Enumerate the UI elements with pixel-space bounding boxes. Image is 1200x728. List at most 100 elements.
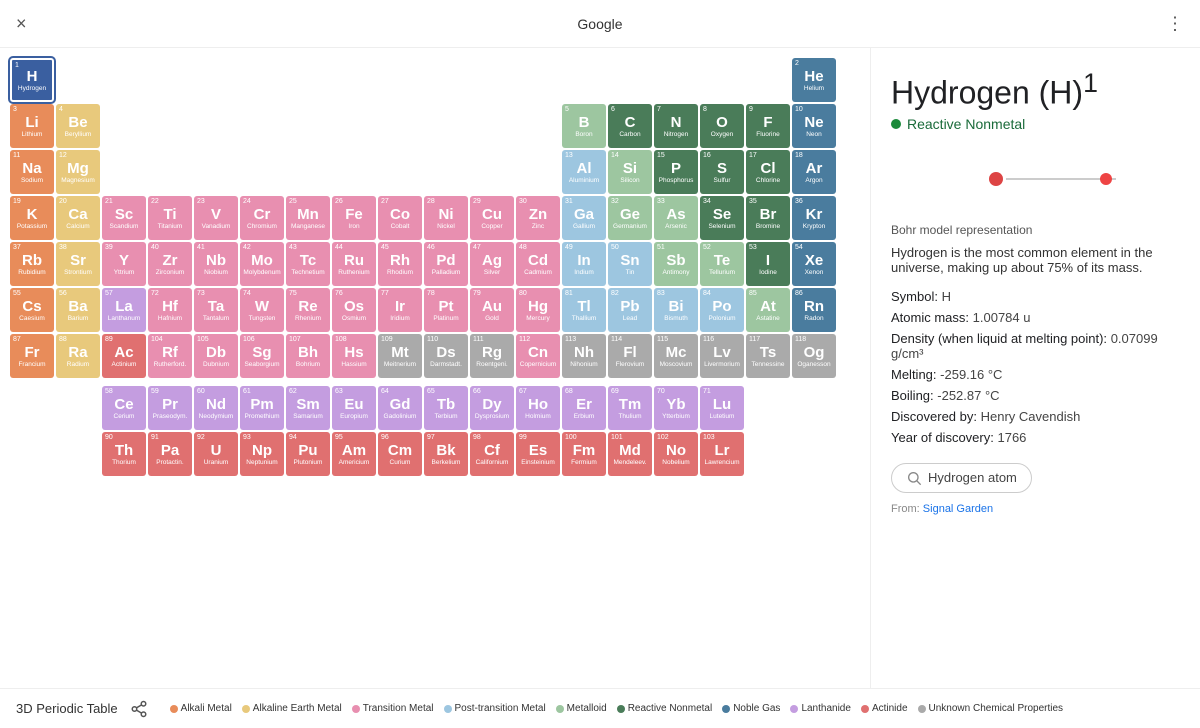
element-cell[interactable]: 13AlAluminium	[562, 150, 606, 194]
element-cell[interactable]: 49InIndium	[562, 242, 606, 286]
element-cell[interactable]: 85AtAstatine	[746, 288, 790, 332]
element-cell[interactable]: 46PdPalladium	[424, 242, 468, 286]
element-cell[interactable]: 17ClChlorine	[746, 150, 790, 194]
element-cell[interactable]: 84PoPolonium	[700, 288, 744, 332]
element-cell[interactable]: 12MgMagnesium	[56, 150, 100, 194]
element-cell[interactable]: 106SgSeaborgium	[240, 334, 284, 378]
element-cell[interactable]: 57LaLanthanum	[102, 288, 146, 332]
element-cell[interactable]: 47AgSilver	[470, 242, 514, 286]
element-cell[interactable]: 38SrStrontium	[56, 242, 100, 286]
element-cell[interactable]: 108HsHassium	[332, 334, 376, 378]
element-cell[interactable]: 95AmAmericium	[332, 432, 376, 476]
element-cell[interactable]: 68ErErbium	[562, 386, 606, 430]
element-cell[interactable]: 31GaGallium	[562, 196, 606, 240]
element-cell[interactable]: 45RhRhodium	[378, 242, 422, 286]
element-cell[interactable]: 91PaProtactin.	[148, 432, 192, 476]
element-cell[interactable]: 53IIodine	[746, 242, 790, 286]
element-cell[interactable]: 9FFluorine	[746, 104, 790, 148]
element-cell[interactable]: 61PmPromethium	[240, 386, 284, 430]
element-cell[interactable]: 5BBoron	[562, 104, 606, 148]
element-cell[interactable]: 39YYttrium	[102, 242, 146, 286]
element-cell[interactable]: 58CeCerium	[102, 386, 146, 430]
element-cell[interactable]: 19KPotassium	[10, 196, 54, 240]
element-cell[interactable]: 14SiSilicon	[608, 150, 652, 194]
element-cell[interactable]: 41NbNiobium	[194, 242, 238, 286]
element-cell[interactable]: 44RuRuthenium	[332, 242, 376, 286]
element-cell[interactable]: 101MdMendeleev.	[608, 432, 652, 476]
element-cell[interactable]: 102NoNobelium	[654, 432, 698, 476]
element-cell[interactable]: 109MtMeitnerium	[378, 334, 422, 378]
element-cell[interactable]: 83BiBismuth	[654, 288, 698, 332]
element-cell[interactable]: 26FeIron	[332, 196, 376, 240]
element-cell[interactable]: 25MnManganese	[286, 196, 330, 240]
element-cell[interactable]: 86RnRadon	[792, 288, 836, 332]
close-button[interactable]: ×	[16, 13, 27, 34]
element-cell[interactable]: 51SbAntimony	[654, 242, 698, 286]
element-cell[interactable]: 30ZnZinc	[516, 196, 560, 240]
element-cell[interactable]: 66DyDysprosium	[470, 386, 514, 430]
element-cell[interactable]: 1HHydrogen	[10, 58, 54, 102]
element-cell[interactable]: 4BeBeryllium	[56, 104, 100, 148]
element-cell[interactable]: 97BkBerkelium	[424, 432, 468, 476]
element-cell[interactable]: 92UUranium	[194, 432, 238, 476]
element-cell[interactable]: 36KrKrypton	[792, 196, 836, 240]
element-cell[interactable]: 24CrChromium	[240, 196, 284, 240]
element-cell[interactable]: 50SnTin	[608, 242, 652, 286]
element-cell[interactable]: 70YbYtterbium	[654, 386, 698, 430]
element-cell[interactable]: 113NhNihonium	[562, 334, 606, 378]
element-cell[interactable]: 34SeSelenium	[700, 196, 744, 240]
element-cell[interactable]: 94PuPlutonium	[286, 432, 330, 476]
element-cell[interactable]: 98CfCalifornium	[470, 432, 514, 476]
element-cell[interactable]: 40ZrZirconium	[148, 242, 192, 286]
element-cell[interactable]: 65TbTerbium	[424, 386, 468, 430]
element-cell[interactable]: 55CsCaesium	[10, 288, 54, 332]
element-cell[interactable]: 56BaBarium	[56, 288, 100, 332]
element-cell[interactable]: 75ReRhenium	[286, 288, 330, 332]
element-cell[interactable]: 29CuCopper	[470, 196, 514, 240]
element-cell[interactable]: 82PbLead	[608, 288, 652, 332]
element-cell[interactable]: 67HoHolmium	[516, 386, 560, 430]
element-cell[interactable]: 110DsDarmstadt.	[424, 334, 468, 378]
element-cell[interactable]: 99EsEinsteinium	[516, 432, 560, 476]
element-cell[interactable]: 107BhBohrium	[286, 334, 330, 378]
element-cell[interactable]: 118OgOganesson	[792, 334, 836, 378]
element-cell[interactable]: 10NeNeon	[792, 104, 836, 148]
share-icon[interactable]	[130, 700, 148, 718]
element-cell[interactable]: 21ScScandium	[102, 196, 146, 240]
element-cell[interactable]: 71LuLutetium	[700, 386, 744, 430]
element-cell[interactable]: 89AcActinium	[102, 334, 146, 378]
element-cell[interactable]: 81TlThallium	[562, 288, 606, 332]
element-cell[interactable]: 79AuGold	[470, 288, 514, 332]
element-cell[interactable]: 37RbRubidium	[10, 242, 54, 286]
element-cell[interactable]: 114FlFlerovium	[608, 334, 652, 378]
element-cell[interactable]: 105DbDubnium	[194, 334, 238, 378]
element-cell[interactable]: 27CoCobalt	[378, 196, 422, 240]
element-cell[interactable]: 43TcTechnetium	[286, 242, 330, 286]
element-cell[interactable]: 87FrFrancium	[10, 334, 54, 378]
element-cell[interactable]: 77IrIridium	[378, 288, 422, 332]
element-cell[interactable]: 100FmFermium	[562, 432, 606, 476]
element-cell[interactable]: 74WTungsten	[240, 288, 284, 332]
element-cell[interactable]: 117TsTennessine	[746, 334, 790, 378]
source-link[interactable]: Signal Garden	[923, 503, 993, 515]
element-cell[interactable]: 104RfRutherford.	[148, 334, 192, 378]
element-cell[interactable]: 64GdGadolinium	[378, 386, 422, 430]
element-cell[interactable]: 28NiNickel	[424, 196, 468, 240]
element-cell[interactable]: 42MoMolybdenum	[240, 242, 284, 286]
element-cell[interactable]: 96CmCurium	[378, 432, 422, 476]
element-cell[interactable]: 78PtPlatinum	[424, 288, 468, 332]
element-cell[interactable]: 112CnCopernicium	[516, 334, 560, 378]
element-cell[interactable]: 35BrBromine	[746, 196, 790, 240]
element-cell[interactable]: 3LiLithium	[10, 104, 54, 148]
element-cell[interactable]: 20CaCalcium	[56, 196, 100, 240]
element-cell[interactable]: 52TeTellurium	[700, 242, 744, 286]
element-cell[interactable]: 54XeXenon	[792, 242, 836, 286]
element-cell[interactable]: 93NpNeptunium	[240, 432, 284, 476]
search-chip[interactable]: Hydrogen atom	[891, 463, 1032, 493]
element-cell[interactable]: 60NdNeodymium	[194, 386, 238, 430]
element-cell[interactable]: 16SSulfur	[700, 150, 744, 194]
more-button[interactable]: ⋮	[1166, 13, 1184, 34]
element-cell[interactable]: 73TaTantalum	[194, 288, 238, 332]
element-cell[interactable]: 80HgMercury	[516, 288, 560, 332]
element-cell[interactable]: 59PrPraseodym.	[148, 386, 192, 430]
